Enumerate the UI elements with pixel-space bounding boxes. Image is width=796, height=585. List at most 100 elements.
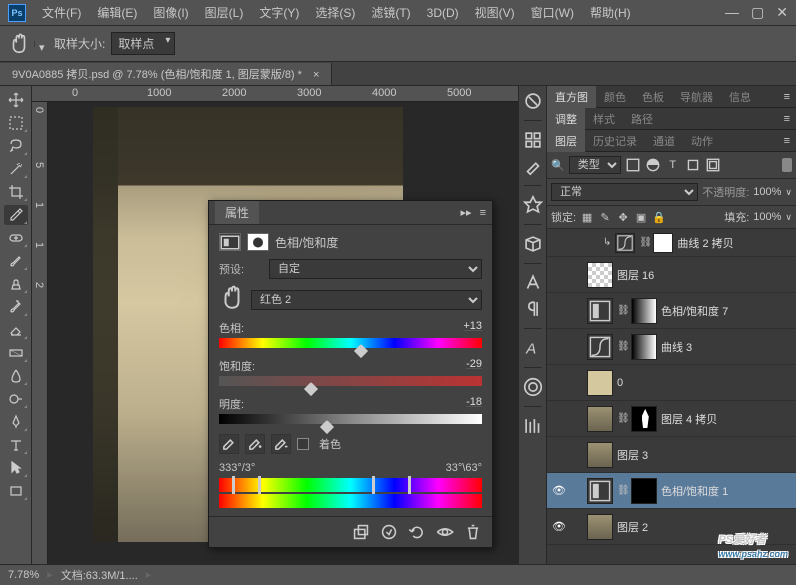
type-tool[interactable] xyxy=(4,435,28,455)
brush-tool[interactable] xyxy=(4,251,28,271)
filter-type-icon[interactable]: T xyxy=(665,157,681,173)
visibility-toggle[interactable] xyxy=(551,375,567,391)
reset-icon[interactable] xyxy=(408,523,426,541)
lock-paint-icon[interactable]: ✎ xyxy=(598,210,612,224)
layer-name[interactable]: 曲线 3 xyxy=(661,339,692,355)
lock-all-icon[interactable]: 🔒 xyxy=(652,210,666,224)
layer-name[interactable]: 图层 3 xyxy=(617,447,648,463)
mask-thumb[interactable] xyxy=(631,406,657,432)
tab-navigator[interactable]: 导航器 xyxy=(672,86,721,108)
visibility-toggle[interactable] xyxy=(551,483,567,499)
dodge-tool[interactable] xyxy=(4,389,28,409)
menu-image[interactable]: 图像(I) xyxy=(145,4,196,21)
move-tool[interactable] xyxy=(4,90,28,110)
panel-flyout-icon[interactable]: ≡ xyxy=(778,113,796,125)
collapse-icon[interactable]: ▸▸ xyxy=(461,206,472,219)
layer-row[interactable]: ⛓图层 4 拷贝 xyxy=(547,401,796,437)
menu-file[interactable]: 文件(F) xyxy=(34,4,89,21)
eyedropper-subtract-icon[interactable] xyxy=(271,434,291,454)
visibility-toggle[interactable] xyxy=(551,339,567,355)
maximize-button[interactable]: ▢ xyxy=(751,4,764,21)
ruler-horizontal[interactable]: 010002000300040005000 xyxy=(32,86,518,102)
clip-to-layer-icon[interactable] xyxy=(352,523,370,541)
tab-swatches[interactable]: 色板 xyxy=(634,86,672,108)
tab-actions[interactable]: 动作 xyxy=(683,130,721,152)
tool-preset-dropdown-icon[interactable]: ▾ xyxy=(34,41,48,47)
filter-adjust-icon[interactable] xyxy=(645,157,661,173)
visibility-toggle[interactable] xyxy=(551,519,567,535)
layers-list[interactable]: ↳⛓曲线 2 拷贝图层 16⛓色相/饱和度 7⛓曲线 30⛓图层 4 拷贝图层 … xyxy=(547,229,796,564)
eyedropper-add-icon[interactable] xyxy=(245,434,265,454)
panel-menu-icon[interactable]: ≡ xyxy=(480,207,486,219)
rectangle-tool[interactable] xyxy=(4,481,28,501)
toggle-visibility-icon[interactable] xyxy=(436,523,454,541)
menu-help[interactable]: 帮助(H) xyxy=(582,4,639,21)
filter-pixel-icon[interactable] xyxy=(625,157,641,173)
pen-tool[interactable] xyxy=(4,412,28,432)
menu-view[interactable]: 视图(V) xyxy=(467,4,523,21)
fill-value[interactable]: 100% xyxy=(753,211,781,223)
layer-row[interactable]: ⛓色相/饱和度 1 xyxy=(547,473,796,509)
minimize-button[interactable]: ― xyxy=(725,4,739,21)
marquee-tool[interactable] xyxy=(4,113,28,133)
doc-info[interactable]: 文档:63.3M/1.... xyxy=(61,567,138,583)
blend-mode-select[interactable]: 正常 xyxy=(551,183,698,201)
mask-icon[interactable] xyxy=(247,233,269,251)
gradient-tool[interactable] xyxy=(4,343,28,363)
dock-color-icon[interactable] xyxy=(522,90,544,112)
filter-shape-icon[interactable] xyxy=(685,157,701,173)
visibility-toggle[interactable] xyxy=(551,411,567,427)
filter-toggle[interactable] xyxy=(782,158,792,172)
preset-select[interactable]: 自定 xyxy=(269,259,482,279)
lightness-value[interactable]: -18 xyxy=(466,396,482,412)
dock-styles-icon[interactable] xyxy=(522,194,544,216)
tab-styles[interactable]: 样式 xyxy=(585,108,623,130)
visibility-toggle[interactable] xyxy=(551,267,567,283)
tab-histogram[interactable]: 直方图 xyxy=(547,86,596,108)
mask-thumb[interactable] xyxy=(653,233,673,253)
menu-select[interactable]: 选择(S) xyxy=(307,4,363,21)
tab-adjustments[interactable]: 调整 xyxy=(547,108,585,130)
hue-value[interactable]: +13 xyxy=(463,320,482,336)
dock-swatches-icon[interactable] xyxy=(522,129,544,151)
eyedropper-set-icon[interactable] xyxy=(219,434,239,454)
channel-select[interactable]: 红色 2 xyxy=(251,290,482,310)
crop-tool[interactable] xyxy=(4,182,28,202)
lasso-tool[interactable] xyxy=(4,136,28,156)
link-icon[interactable]: ⛓ xyxy=(617,305,627,316)
sample-size-select[interactable]: 取样点 xyxy=(111,32,175,55)
tab-layers[interactable]: 图层 xyxy=(547,130,585,152)
menu-3d[interactable]: 3D(D) xyxy=(419,6,467,20)
tab-history[interactable]: 历史记录 xyxy=(585,130,645,152)
properties-tab[interactable]: 属性 xyxy=(215,201,259,224)
layer-name[interactable]: 曲线 2 拷贝 xyxy=(677,235,733,251)
lightness-slider[interactable] xyxy=(219,414,482,424)
view-previous-icon[interactable] xyxy=(380,523,398,541)
range-left-value[interactable]: 333°/3° xyxy=(219,462,255,474)
dock-3d-icon[interactable] xyxy=(522,233,544,255)
eraser-tool[interactable] xyxy=(4,320,28,340)
filter-smart-icon[interactable] xyxy=(705,157,721,173)
menu-filter[interactable]: 滤镜(T) xyxy=(363,4,418,21)
lock-trans-icon[interactable]: ▦ xyxy=(580,210,594,224)
link-icon[interactable]: ⛓ xyxy=(617,485,627,496)
eyedropper-tool[interactable] xyxy=(4,205,28,225)
tab-info[interactable]: 信息 xyxy=(721,86,759,108)
document-tab-close-icon[interactable]: × xyxy=(313,69,319,81)
healing-brush-tool[interactable] xyxy=(4,228,28,248)
layer-thumb[interactable] xyxy=(587,514,613,540)
visibility-toggle[interactable] xyxy=(551,235,567,251)
layer-name[interactable]: 图层 16 xyxy=(617,267,654,283)
colorize-checkbox[interactable] xyxy=(297,438,309,450)
layer-name[interactable]: 色相/饱和度 7 xyxy=(661,303,728,319)
hue-range-strip-bottom[interactable] xyxy=(219,494,482,508)
layer-name[interactable]: 图层 4 拷贝 xyxy=(661,411,717,427)
layer-thumb[interactable] xyxy=(587,370,613,396)
menu-layer[interactable]: 图层(L) xyxy=(197,4,252,21)
mask-thumb[interactable] xyxy=(631,478,657,504)
range-right-value[interactable]: 33°\63° xyxy=(446,462,482,474)
layer-name[interactable]: 0 xyxy=(617,377,623,389)
history-brush-tool[interactable] xyxy=(4,297,28,317)
visibility-toggle[interactable] xyxy=(551,447,567,463)
delete-adjustment-icon[interactable] xyxy=(464,523,482,541)
